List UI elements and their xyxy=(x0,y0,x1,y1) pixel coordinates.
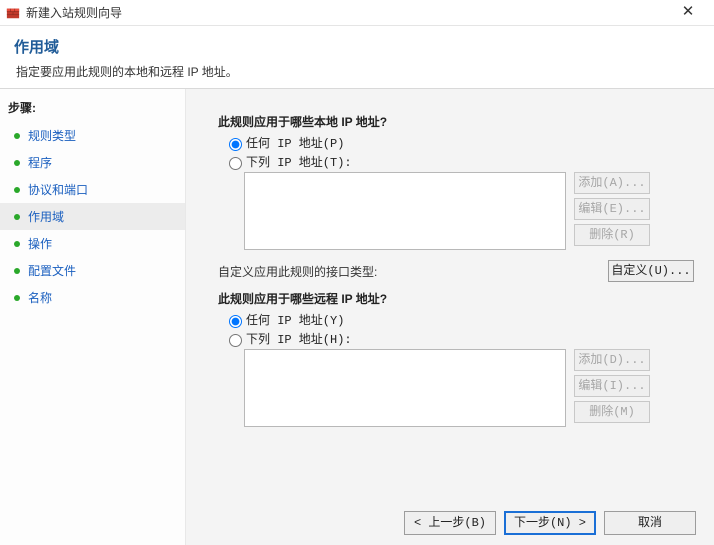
local-list-ip-label: 下列 IP 地址(T): xyxy=(246,153,352,170)
bullet-icon xyxy=(14,295,20,301)
local-edit-button[interactable]: 编辑(E)... xyxy=(574,198,650,220)
step-protocol-port[interactable]: 协议和端口 xyxy=(0,176,185,203)
steps-sidebar: 步骤: 规则类型 程序 协议和端口 作用域 操作 配置文件 名称 xyxy=(0,89,186,545)
body: 步骤: 规则类型 程序 协议和端口 作用域 操作 配置文件 名称 此规则应用于哪… xyxy=(0,89,714,545)
step-label: 配置文件 xyxy=(28,262,76,279)
local-add-button[interactable]: 添加(A)... xyxy=(574,172,650,194)
remote-ip-listbox[interactable] xyxy=(244,349,566,427)
remote-list-ip-radio[interactable] xyxy=(229,334,242,347)
bullet-icon xyxy=(14,160,20,166)
interface-type-row: 自定义应用此规则的接口类型: 自定义(U)... xyxy=(218,260,694,282)
customize-interface-button[interactable]: 自定义(U)... xyxy=(608,260,694,282)
local-ip-question: 此规则应用于哪些本地 IP 地址? xyxy=(218,113,694,130)
steps-header: 步骤: xyxy=(0,95,185,122)
remote-any-ip-label: 任何 IP 地址(Y) xyxy=(246,311,344,328)
local-delete-button[interactable]: 删除(R) xyxy=(574,224,650,246)
step-label: 协议和端口 xyxy=(28,181,88,198)
local-list-ip-radio[interactable] xyxy=(229,157,242,170)
remote-edit-button[interactable]: 编辑(I)... xyxy=(574,375,650,397)
back-button[interactable]: < 上一步(B) xyxy=(404,511,496,535)
remote-list-ip-label: 下列 IP 地址(H): xyxy=(246,330,352,347)
local-ip-buttons: 添加(A)... 编辑(E)... 删除(R) xyxy=(574,172,650,250)
step-scope[interactable]: 作用域 xyxy=(0,203,185,230)
bullet-icon xyxy=(14,187,20,193)
remote-any-ip-option[interactable]: 任何 IP 地址(Y) xyxy=(224,311,694,328)
remote-list-ip-option[interactable]: 下列 IP 地址(H): xyxy=(224,330,694,347)
local-ip-listbox[interactable] xyxy=(244,172,566,250)
remote-add-button[interactable]: 添加(D)... xyxy=(574,349,650,371)
remote-ip-list-block: 添加(D)... 编辑(I)... 删除(M) xyxy=(244,349,694,427)
bullet-icon xyxy=(14,133,20,139)
step-action[interactable]: 操作 xyxy=(0,230,185,257)
remote-any-ip-radio[interactable] xyxy=(229,315,242,328)
step-label: 规则类型 xyxy=(28,127,76,144)
page-subtitle: 指定要应用此规则的本地和远程 IP 地址。 xyxy=(14,63,700,80)
content-panel: 此规则应用于哪些本地 IP 地址? 任何 IP 地址(P) 下列 IP 地址(T… xyxy=(186,89,714,545)
bullet-icon xyxy=(14,268,20,274)
step-rule-type[interactable]: 规则类型 xyxy=(0,122,185,149)
step-label: 程序 xyxy=(28,154,52,171)
step-label: 作用域 xyxy=(28,208,64,225)
remote-ip-question: 此规则应用于哪些远程 IP 地址? xyxy=(218,290,694,307)
remote-ip-buttons: 添加(D)... 编辑(I)... 删除(M) xyxy=(574,349,650,427)
step-name[interactable]: 名称 xyxy=(0,284,185,311)
step-label: 名称 xyxy=(28,289,52,306)
close-button[interactable]: ✕ xyxy=(668,1,708,25)
step-profile[interactable]: 配置文件 xyxy=(0,257,185,284)
local-any-ip-option[interactable]: 任何 IP 地址(P) xyxy=(224,134,694,151)
wizard-footer: < 上一步(B) 下一步(N) > 取消 xyxy=(404,511,696,535)
local-list-ip-option[interactable]: 下列 IP 地址(T): xyxy=(224,153,694,170)
local-any-ip-label: 任何 IP 地址(P) xyxy=(246,134,344,151)
cancel-button[interactable]: 取消 xyxy=(604,511,696,535)
titlebar: 新建入站规则向导 ✕ xyxy=(0,0,714,26)
local-any-ip-radio[interactable] xyxy=(229,138,242,151)
bullet-icon xyxy=(14,214,20,220)
next-button[interactable]: 下一步(N) > xyxy=(504,511,596,535)
step-label: 操作 xyxy=(28,235,52,252)
step-program[interactable]: 程序 xyxy=(0,149,185,176)
page-title: 作用域 xyxy=(14,36,700,57)
bullet-icon xyxy=(14,241,20,247)
local-ip-list-block: 添加(A)... 编辑(E)... 删除(R) xyxy=(244,172,694,250)
page-header: 作用域 指定要应用此规则的本地和远程 IP 地址。 xyxy=(0,26,714,89)
window-title: 新建入站规则向导 xyxy=(26,4,668,21)
firewall-icon xyxy=(6,6,20,20)
interface-type-label: 自定义应用此规则的接口类型: xyxy=(218,263,608,280)
remote-delete-button[interactable]: 删除(M) xyxy=(574,401,650,423)
